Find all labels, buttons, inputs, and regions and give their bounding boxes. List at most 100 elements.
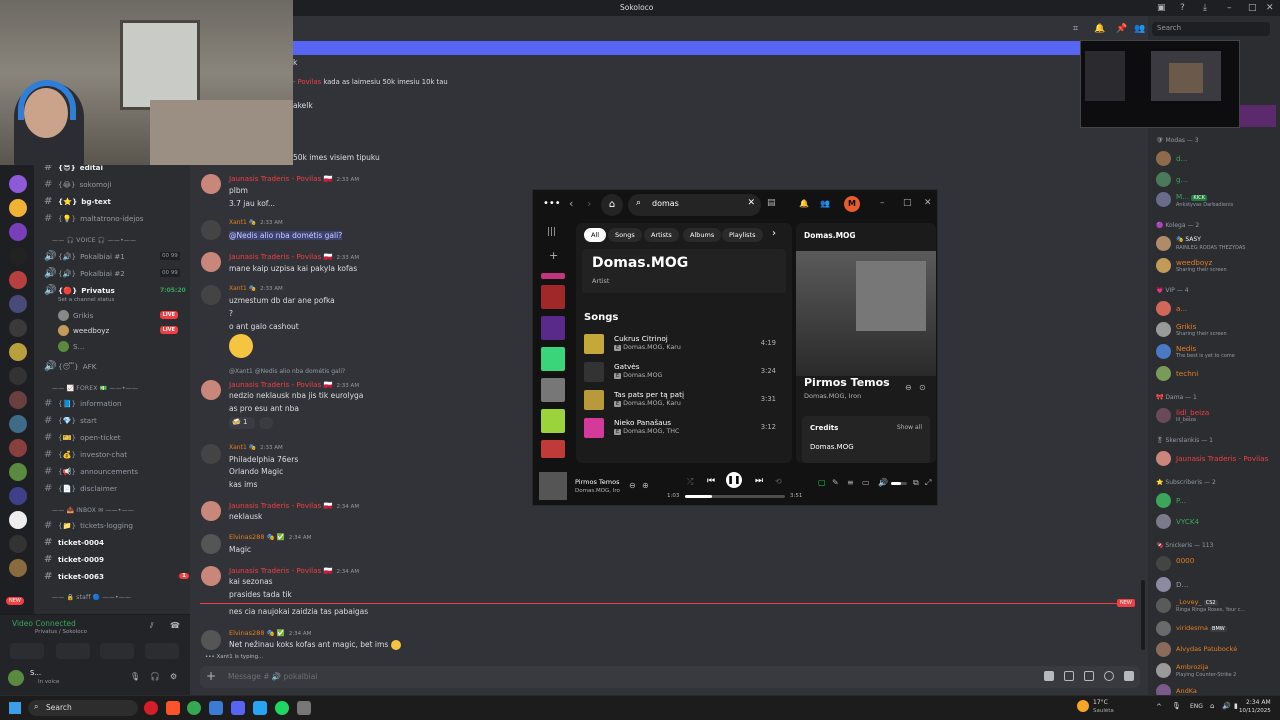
avatar[interactable] — [201, 252, 221, 272]
server-icon[interactable] — [9, 439, 27, 457]
soundboard-button[interactable] — [145, 643, 179, 659]
server-icon[interactable] — [9, 223, 27, 241]
minimize-icon[interactable]: – — [880, 198, 885, 208]
add-reaction-icon[interactable] — [259, 417, 273, 429]
message-author[interactable]: Xant1 🎭 2:33 AM — [229, 285, 283, 292]
song-row[interactable]: Cukrus Citrinoj E Domas.MOG, Karu 4:19 — [584, 333, 784, 355]
voice-channel[interactable]: 🔊 {🔊} Pokalbiai #2 00 99 — [44, 266, 180, 280]
channel-item[interactable]: # {💎} start — [44, 413, 97, 427]
reply-preview[interactable]: @Xant1 @Nedis alio nba domėtis gali? — [229, 368, 345, 375]
member-name[interactable]: techni — [1176, 369, 1198, 378]
message-author[interactable]: Xant1 🎭 2:33 AM — [229, 444, 283, 451]
volume-icon[interactable]: 🔊 — [1222, 702, 1231, 710]
chip-playlists[interactable]: Playlists — [722, 228, 763, 242]
chip-albums[interactable]: Albums — [683, 228, 722, 242]
server-icon[interactable] — [9, 295, 27, 313]
member-name[interactable]: D... — [1176, 580, 1188, 589]
member-name[interactable]: Alvydas Patubockė — [1176, 645, 1237, 653]
apps-icon[interactable] — [1124, 671, 1134, 681]
avatar[interactable] — [1156, 451, 1171, 466]
now-playing-artists[interactable]: Domas.MOG, Iron — [804, 392, 861, 400]
pause-button[interactable]: ❚❚ — [726, 472, 742, 488]
member-name[interactable]: Nedis — [1176, 344, 1196, 353]
avatar[interactable] — [201, 174, 221, 194]
bell-icon[interactable]: 🔔 — [799, 199, 809, 208]
song-artists[interactable]: E Domas.MOG, THC — [614, 428, 679, 435]
browse-icon[interactable]: ▤ — [767, 198, 776, 208]
player-cover-art[interactable] — [539, 472, 567, 500]
avatar[interactable] — [1156, 301, 1171, 316]
avatar[interactable] — [201, 566, 221, 586]
chip-songs[interactable]: Songs — [608, 228, 642, 242]
message-composer[interactable]: + Message # 🔊 pokalbiai — [200, 666, 1140, 688]
weather-icon[interactable] — [1077, 700, 1089, 712]
home-icon[interactable]: ⌂ — [601, 194, 623, 216]
show-all-link[interactable]: Show all — [897, 424, 922, 431]
settings-icon[interactable] — [297, 701, 311, 715]
volume-icon[interactable]: 🔊 — [878, 478, 888, 487]
voice-channel-active[interactable]: 🔊 {🔴} Privatus 7:05:20 — [44, 283, 186, 297]
maximize-icon[interactable]: □ — [1248, 3, 1258, 13]
now-playing-title[interactable]: Pirmos Temos — [804, 376, 890, 389]
clock-time[interactable]: 2:34 AM — [1246, 699, 1271, 706]
microphone-icon[interactable]: 🎙 — [130, 672, 140, 681]
lyrics-icon[interactable]: ✎ — [832, 478, 839, 487]
channel-item[interactable]: # ticket-0063 1 — [44, 569, 189, 583]
gift-icon[interactable] — [1044, 671, 1054, 681]
member-name[interactable]: lidl_beiza — [1176, 408, 1209, 417]
library-item[interactable] — [541, 347, 565, 371]
avatar[interactable] — [8, 670, 24, 686]
attach-plus-icon[interactable]: + — [206, 669, 216, 683]
member-name[interactable]: d... — [1176, 154, 1187, 163]
category-inbox[interactable]: —— 📥 INBOX ✉ ——•—— — [52, 507, 134, 514]
friends-icon[interactable]: 👥 — [820, 199, 830, 208]
menu-dots-icon[interactable]: ••• — [543, 198, 561, 209]
server-icon[interactable] — [9, 175, 27, 193]
member-name[interactable]: g... — [1176, 175, 1187, 184]
library-item[interactable] — [541, 316, 565, 340]
taskbar-search[interactable]: ⌕ Search — [28, 700, 138, 716]
avatar[interactable] — [201, 380, 221, 400]
member-name[interactable]: AndKa — [1176, 687, 1197, 695]
message-author[interactable]: Jaunasis Traderis - Povilas 🇵🇱 2:33 AM — [229, 380, 359, 389]
progress-bar[interactable] — [685, 495, 785, 498]
minimize-icon[interactable]: – — [1227, 3, 1237, 13]
avatar[interactable] — [1156, 598, 1171, 613]
opera-icon[interactable] — [144, 701, 158, 715]
fullscreen-icon[interactable]: ⤢ — [925, 478, 931, 488]
avatar[interactable] — [1156, 322, 1171, 337]
queue-icon[interactable]: ≡ — [847, 478, 854, 487]
reaction-chip[interactable]: 🍻 1 — [229, 417, 255, 429]
bell-icon[interactable]: 🔔 — [1094, 24, 1105, 34]
stream-preview[interactable] — [1080, 40, 1240, 128]
headphones-icon[interactable]: 🎧 — [150, 672, 160, 681]
avatar[interactable] — [1156, 172, 1171, 187]
member-name[interactable]: VYCK4 — [1176, 517, 1199, 526]
screen-share-icon[interactable]: ▣ — [1157, 3, 1167, 13]
server-icon[interactable] — [9, 391, 27, 409]
chat-scrollbar[interactable] — [1141, 580, 1145, 650]
song-row[interactable]: Nieko Panašaus E Domas.MOG, THC 3:12 — [584, 417, 784, 439]
song-artists[interactable]: E Domas.MOG, Karu — [614, 400, 681, 407]
library-item[interactable] — [541, 440, 565, 458]
app-icon[interactable] — [209, 701, 223, 715]
server-icon[interactable] — [9, 487, 27, 505]
server-icon[interactable] — [9, 559, 27, 577]
voice-connected-sub[interactable]: Privatus / Sokoloco — [35, 629, 87, 635]
channel-item[interactable]: # ticket-0004 — [44, 535, 104, 549]
server-icon[interactable] — [9, 463, 27, 481]
members-icon[interactable]: 👥 — [1134, 24, 1145, 34]
settings-icon[interactable]: ⚙ — [170, 672, 177, 681]
avatar[interactable] — [201, 630, 221, 650]
message-author[interactable]: Elvinas288 🎭 ✅ 2:34 AM — [229, 629, 311, 637]
server-icon[interactable] — [9, 271, 27, 289]
avatar[interactable] — [1156, 493, 1171, 508]
message-author[interactable]: Povilas — [298, 78, 322, 86]
forward-icon[interactable]: › — [587, 197, 591, 210]
member-name[interactable]: viridesma BMW — [1176, 624, 1227, 632]
weather-desc[interactable]: Saulėta — [1093, 708, 1114, 714]
message-author[interactable]: Jaunasis Traderis - Povilas 🇵🇱 2:33 AM — [229, 252, 359, 261]
chrome-icon[interactable] — [187, 701, 201, 715]
server-icon[interactable] — [9, 319, 27, 337]
member-name[interactable]: M... KICK — [1176, 192, 1207, 201]
